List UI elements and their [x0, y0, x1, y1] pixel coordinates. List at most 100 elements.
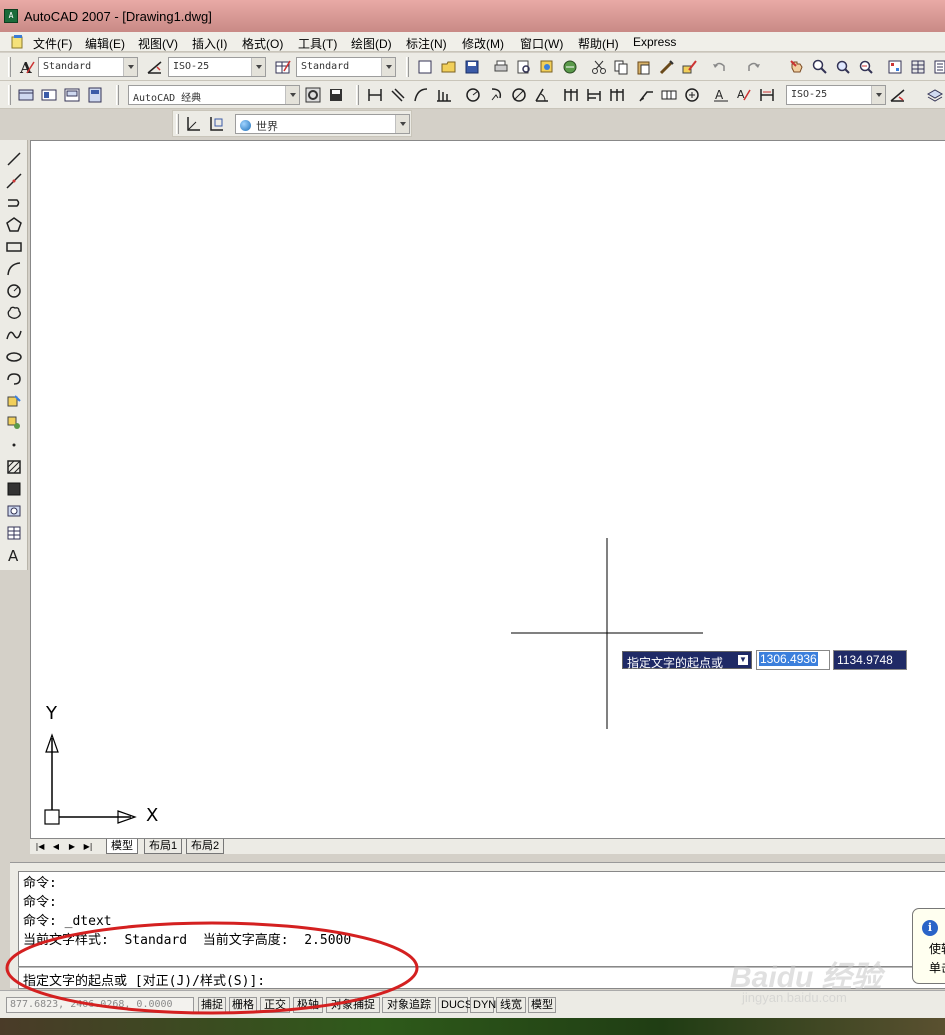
- rectangle-icon[interactable]: [5, 238, 23, 256]
- polyline-icon[interactable]: [5, 194, 23, 212]
- plot-icon[interactable]: [492, 58, 510, 76]
- quick-dimension-icon[interactable]: [562, 86, 580, 104]
- toolbar-grip[interactable]: [8, 57, 11, 77]
- text-style-select[interactable]: Standard: [38, 57, 138, 77]
- osnap-toggle[interactable]: 对象捕捉: [326, 997, 380, 1013]
- ordinate-dimension-icon[interactable]: [435, 86, 453, 104]
- multiline-text-icon[interactable]: A: [5, 546, 23, 565]
- dim-style-manager-icon[interactable]: [889, 86, 907, 104]
- chevron-down-icon[interactable]: [871, 86, 885, 104]
- chevron-down-icon[interactable]: [395, 115, 409, 133]
- menu-modify[interactable]: 修改(M): [462, 35, 504, 52]
- menu-tools[interactable]: 工具(T): [298, 35, 337, 52]
- notification-balloon[interactable]: i 使转 单击: [912, 908, 945, 984]
- chevron-down-icon[interactable]: [381, 58, 395, 76]
- menu-express[interactable]: Express: [633, 35, 676, 49]
- chevron-down-icon[interactable]: [285, 86, 299, 104]
- jogged-dimension-icon[interactable]: [487, 86, 505, 104]
- circle-icon[interactable]: [5, 282, 23, 300]
- table-style-icon[interactable]: [274, 58, 292, 76]
- toolbar-grip[interactable]: [8, 85, 11, 105]
- spline-icon[interactable]: [5, 326, 23, 344]
- block-editor-icon[interactable]: [681, 58, 699, 76]
- tool-palettes-icon[interactable]: [932, 58, 945, 76]
- dimension-text-edit-icon[interactable]: A: [735, 86, 753, 104]
- save-workspace-icon[interactable]: [327, 86, 345, 104]
- layers-toolbar-icon[interactable]: [86, 86, 104, 104]
- dynamic-input-x-field[interactable]: 1306.4936: [756, 650, 830, 670]
- open-folder-icon[interactable]: [440, 58, 458, 76]
- next-tab-icon[interactable]: ▶: [66, 841, 78, 852]
- dim-style-select-2[interactable]: ISO-25: [786, 85, 886, 105]
- toolbar-grip[interactable]: [176, 114, 179, 134]
- menu-help[interactable]: 帮助(H): [578, 35, 619, 52]
- first-tab-icon[interactable]: |◀: [34, 841, 46, 852]
- copy-icon[interactable]: [612, 58, 630, 76]
- ucs-previous-icon[interactable]: [207, 115, 225, 133]
- dyn-toggle[interactable]: DYN: [470, 997, 496, 1013]
- construction-line-icon[interactable]: [5, 172, 23, 190]
- ducs-toggle[interactable]: DUCS: [438, 997, 472, 1013]
- ucs-icon[interactable]: [184, 115, 202, 133]
- coordinates-readout[interactable]: 877.6823, 2406.0268, 0.0000: [6, 997, 194, 1013]
- dimension-update-icon[interactable]: [758, 86, 776, 104]
- region-icon[interactable]: [5, 502, 23, 520]
- zoom-window-icon[interactable]: [834, 58, 852, 76]
- center-mark-icon[interactable]: [683, 86, 701, 104]
- arc-icon[interactable]: [5, 260, 23, 278]
- arrow-down-icon[interactable]: ▼: [738, 655, 748, 665]
- zoom-realtime-icon[interactable]: [811, 58, 829, 76]
- ellipse-arc-icon[interactable]: [5, 370, 23, 388]
- undo-icon[interactable]: [710, 58, 728, 76]
- autocad-app-icon[interactable]: A: [4, 9, 18, 23]
- plot-preview-icon[interactable]: [515, 58, 533, 76]
- sheet-set-icon[interactable]: [17, 86, 35, 104]
- tab-layout1[interactable]: 布局1: [144, 839, 183, 854]
- insert-block-icon[interactable]: [5, 392, 23, 410]
- save-icon[interactable]: [463, 58, 481, 76]
- table-style-select[interactable]: Standard: [296, 57, 396, 77]
- title-bar[interactable]: A AutoCAD 2007 - [Drawing1.dwg]: [0, 0, 945, 32]
- table-icon[interactable]: [5, 524, 23, 542]
- etransmit-icon[interactable]: [561, 58, 579, 76]
- toolbar-grip[interactable]: [406, 57, 409, 77]
- chevron-down-icon[interactable]: [123, 58, 137, 76]
- workspace-select[interactable]: AutoCAD 经典: [128, 85, 300, 105]
- make-block-icon[interactable]: [5, 414, 23, 432]
- design-center-icon[interactable]: [909, 58, 927, 76]
- document-icon[interactable]: [10, 34, 25, 49]
- menu-file[interactable]: 文件(F): [33, 35, 72, 52]
- snap-toggle[interactable]: 捕捉: [198, 997, 226, 1013]
- menu-format[interactable]: 格式(O): [242, 35, 283, 52]
- dimension-edit-icon[interactable]: A: [712, 86, 730, 104]
- publish-icon[interactable]: [538, 58, 556, 76]
- pan-icon[interactable]: [788, 58, 806, 76]
- revision-cloud-icon[interactable]: [5, 304, 23, 322]
- layout-icon[interactable]: [40, 86, 58, 104]
- ellipse-icon[interactable]: [5, 348, 23, 366]
- dim-style-icon[interactable]: [146, 58, 164, 76]
- point-icon[interactable]: [5, 436, 23, 454]
- lineweight-toggle[interactable]: 线宽: [496, 997, 526, 1013]
- polar-toggle[interactable]: 极轴: [293, 997, 323, 1013]
- redo-icon[interactable]: [745, 58, 763, 76]
- prev-tab-icon[interactable]: ◀: [50, 841, 62, 852]
- menu-dimension[interactable]: 标注(N): [406, 35, 447, 52]
- aligned-dimension-icon[interactable]: [389, 86, 407, 104]
- zoom-previous-icon[interactable]: [857, 58, 875, 76]
- baseline-dimension-icon[interactable]: [585, 86, 603, 104]
- model-toggle[interactable]: 模型: [528, 997, 556, 1013]
- toolbar-grip[interactable]: [356, 85, 359, 105]
- tolerance-icon[interactable]: [660, 86, 678, 104]
- toolbar-grip[interactable]: [116, 85, 119, 105]
- menu-view[interactable]: 视图(V): [138, 35, 178, 52]
- ucs-select[interactable]: 世界: [235, 114, 410, 134]
- match-properties-icon[interactable]: [658, 58, 676, 76]
- menu-draw[interactable]: 绘图(D): [351, 35, 392, 52]
- properties-icon[interactable]: [886, 58, 904, 76]
- workspace-settings-icon[interactable]: [304, 86, 322, 104]
- grid-toggle[interactable]: 栅格: [229, 997, 257, 1013]
- viewports-icon[interactable]: [63, 86, 81, 104]
- menu-edit[interactable]: 编辑(E): [85, 35, 125, 52]
- hatch-icon[interactable]: [5, 458, 23, 476]
